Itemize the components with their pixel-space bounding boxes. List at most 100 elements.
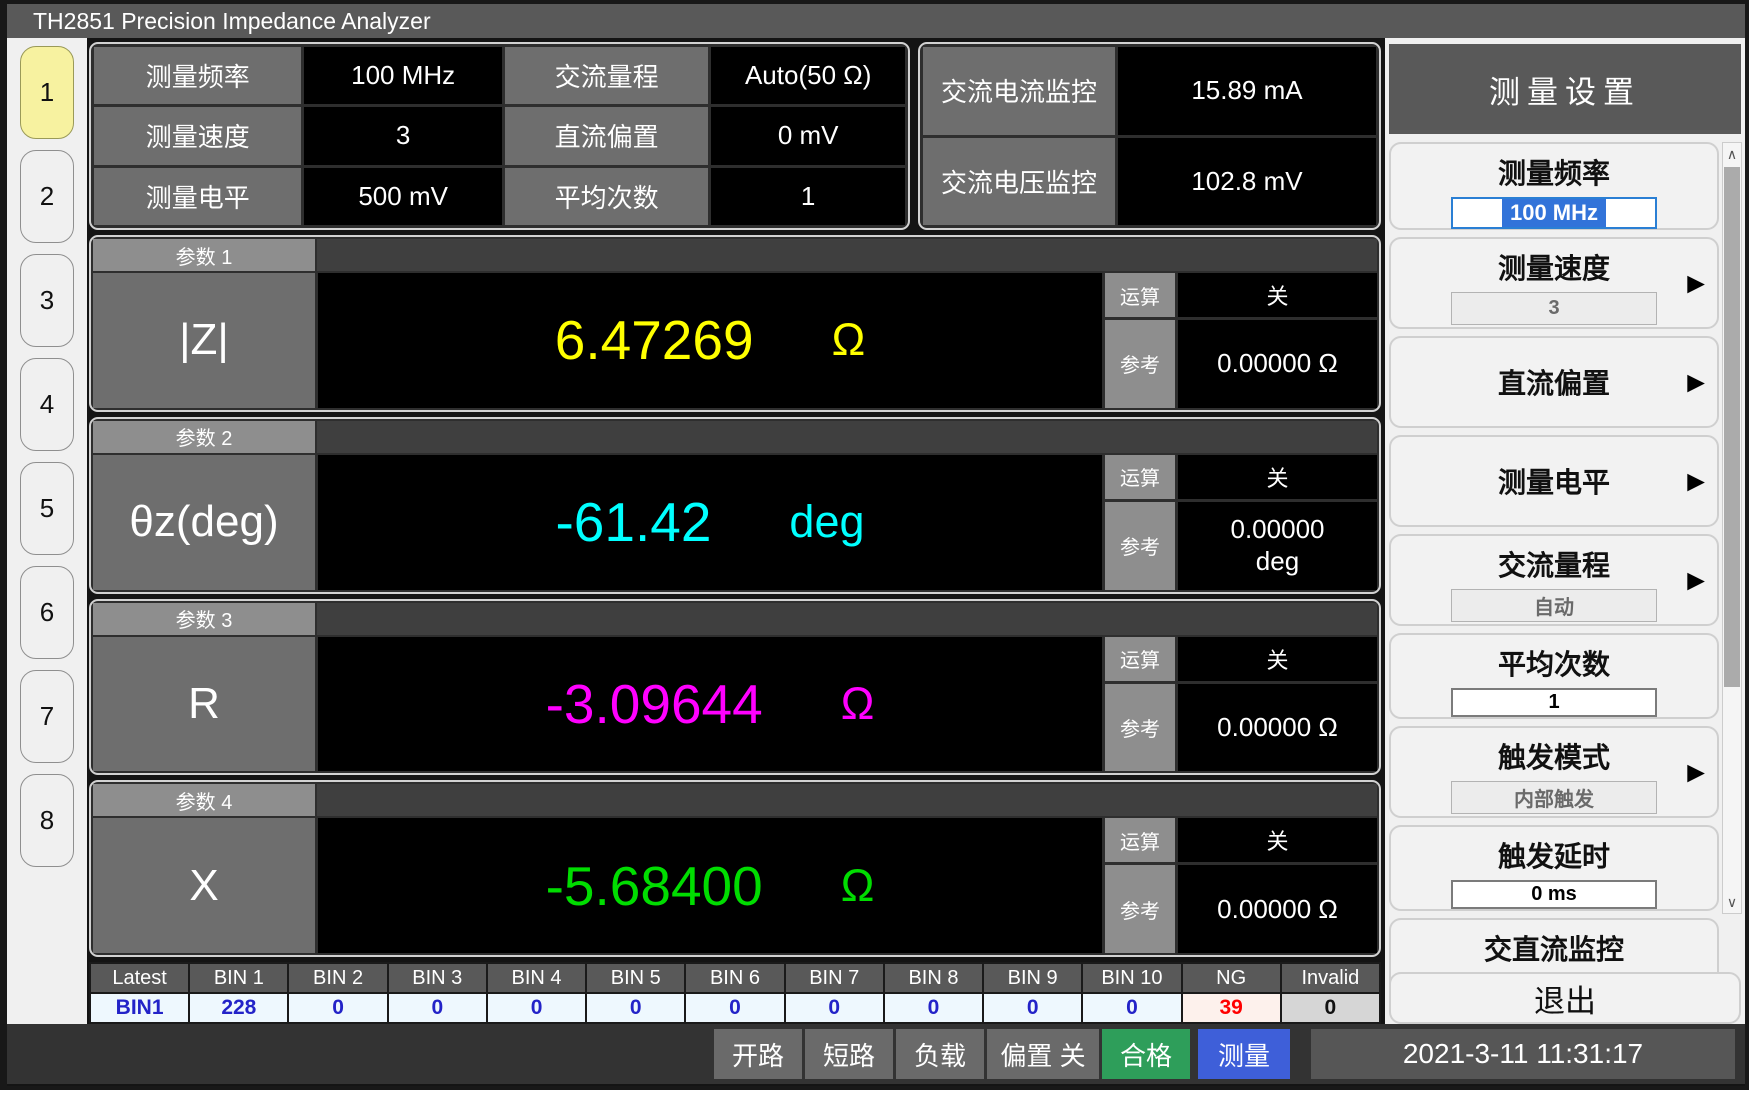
menu-item-speed[interactable]: 测量速度 3 ▶ <box>1389 237 1719 329</box>
ref-label: 参考 <box>1105 320 1175 408</box>
parameter-1-op-row: 运算 关 <box>1105 273 1377 317</box>
ref-value[interactable]: 0.00000 deg <box>1178 502 1377 590</box>
parameter-panels: 参数 1 |Z| 6.47269 Ω 运算 关 <box>89 235 1381 957</box>
status-bar: 开路 短路 负载 偏置 关 合格 测量 2021-3-11 11:31:17 <box>7 1024 1745 1084</box>
measure-mode-button[interactable]: 测量 <box>1198 1029 1290 1079</box>
bin-header: BIN 4 <box>488 964 585 992</box>
main-area: 测量频率 100 MHz 交流量程 Auto(50 Ω) 测量速度 3 直流偏置… <box>87 38 1385 1024</box>
parameter-3-ref-row: 参考 0.00000 Ω <box>1105 684 1377 772</box>
parameter-4-display: -5.68400 Ω <box>318 818 1102 953</box>
menu-item-trigger-mode[interactable]: 触发模式 内部触发 ▶ <box>1389 726 1719 818</box>
op-label: 运算 <box>1105 818 1175 862</box>
scroll-down-icon[interactable]: ∨ <box>1723 891 1741 913</box>
bin-count: 0 <box>1083 994 1180 1022</box>
menu-item-dc-bias[interactable]: 直流偏置 ▶ <box>1389 336 1719 428</box>
bias-off-button[interactable]: 偏置 关 <box>987 1029 1099 1079</box>
parameter-panel-3: 参数 3 R -3.09644 Ω 运算 关 <box>89 599 1381 776</box>
menu-item-trigger-delay[interactable]: 触发延时 0 ms <box>1389 825 1719 911</box>
parameter-3-name[interactable]: R <box>93 637 315 772</box>
average-input[interactable]: 1 <box>1451 688 1657 717</box>
page-tab-4[interactable]: 4 <box>20 358 74 451</box>
sidebar-title: 测量设置 <box>1389 44 1741 134</box>
parameter-2-display: -61.42 deg <box>318 455 1102 590</box>
parameter-3-value: -3.09644 <box>546 672 763 736</box>
ref-value[interactable]: 0.00000 Ω <box>1178 320 1377 408</box>
bin-header: Latest <box>91 964 188 992</box>
exit-button-label: 退出 <box>1534 976 1596 1021</box>
op-value[interactable]: 关 <box>1178 818 1377 862</box>
op-value[interactable]: 关 <box>1178 637 1377 681</box>
parameter-1-right: 运算 关 参考 0.00000 Ω <box>1105 273 1377 408</box>
ref-value[interactable]: 0.00000 Ω <box>1178 684 1377 772</box>
page-tab-3[interactable]: 3 <box>20 254 74 347</box>
page-tab-7[interactable]: 7 <box>20 670 74 763</box>
parameter-3-body: R -3.09644 Ω 运算 关 参考 0.0 <box>93 637 1377 772</box>
bin-header: BIN 1 <box>190 964 287 992</box>
page-tab-6[interactable]: 6 <box>20 566 74 659</box>
ref-label: 参考 <box>1105 684 1175 772</box>
submenu-arrow-icon[interactable]: ▶ <box>1687 369 1705 396</box>
parameter-1-body: |Z| 6.47269 Ω 运算 关 参考 0. <box>93 273 1377 408</box>
scrollbar-thumb[interactable] <box>1724 167 1740 687</box>
menu-item-label: 触发延时 <box>1498 835 1610 875</box>
menu-item-ac-range[interactable]: 交流量程 自动 ▶ <box>1389 534 1719 626</box>
setting-value: 0 mV <box>711 107 905 164</box>
op-value[interactable]: 关 <box>1178 455 1377 499</box>
menu-item-label: 直流偏置 <box>1498 362 1610 402</box>
menu-item-frequency[interactable]: 测量频率 100 MHz <box>1389 142 1719 230</box>
monitor-label: 交流电流监控 <box>923 47 1115 135</box>
submenu-arrow-icon[interactable]: ▶ <box>1687 759 1705 786</box>
bin-header: BIN 8 <box>885 964 982 992</box>
menu-item-average[interactable]: 平均次数 1 <box>1389 633 1719 719</box>
exit-button[interactable]: 退出 <box>1389 972 1741 1024</box>
ref-value[interactable]: 0.00000 Ω <box>1178 865 1377 953</box>
page-tab-2[interactable]: 2 <box>20 150 74 243</box>
frequency-input[interactable]: 100 MHz <box>1451 197 1657 229</box>
parameter-panel-2: 参数 2 θz(deg) -61.42 deg 运算 关 <box>89 417 1381 594</box>
menu-item-level[interactable]: 测量电平 ▶ <box>1389 435 1719 527</box>
page-tab-8[interactable]: 8 <box>20 774 74 867</box>
parameter-2-unit: deg <box>789 496 864 548</box>
bin-header: BIN 3 <box>389 964 486 992</box>
submenu-arrow-icon[interactable]: ▶ <box>1687 468 1705 495</box>
trigger-delay-input[interactable]: 0 ms <box>1451 880 1657 909</box>
parameter-3-header-strip <box>317 603 1377 635</box>
monitor-label: 交流电压监控 <box>923 138 1115 226</box>
parameter-1-name[interactable]: |Z| <box>93 273 315 408</box>
bin-header: BIN 2 <box>289 964 386 992</box>
submenu-arrow-icon[interactable]: ▶ <box>1687 270 1705 297</box>
setting-value: 500 mV <box>304 168 502 225</box>
bin-ng-count: 39 <box>1183 994 1280 1022</box>
sidebar-menu: 测量频率 100 MHz 测量速度 3 ▶ 直流偏置 ▶ 测量电平 ▶ <box>1389 142 1719 1008</box>
menu-item-label: 测量速度 <box>1498 247 1610 287</box>
monitor-value: 15.89 mA <box>1118 47 1376 135</box>
menu-item-label: 测量频率 <box>1498 152 1610 192</box>
bin-count: 0 <box>984 994 1081 1022</box>
parameter-4-right: 运算 关 参考 0.00000 Ω <box>1105 818 1377 953</box>
monitor-panel: 交流电流监控 15.89 mA 交流电压监控 102.8 mV <box>918 42 1381 230</box>
open-correction-button[interactable]: 开路 <box>714 1029 802 1079</box>
op-value[interactable]: 关 <box>1178 273 1377 317</box>
trigger-mode-value-box[interactable]: 内部触发 <box>1451 781 1657 814</box>
scroll-up-icon[interactable]: ∧ <box>1723 143 1741 165</box>
speed-value-box[interactable]: 3 <box>1451 292 1657 325</box>
submenu-arrow-icon[interactable]: ▶ <box>1687 567 1705 594</box>
load-correction-button[interactable]: 负载 <box>896 1029 984 1079</box>
bin-header: BIN 10 <box>1083 964 1180 992</box>
bin-count: 0 <box>389 994 486 1022</box>
short-correction-button[interactable]: 短路 <box>805 1029 893 1079</box>
parameter-2-name[interactable]: θz(deg) <box>93 455 315 590</box>
bin-count: 0 <box>488 994 585 1022</box>
parameter-2-header-strip <box>317 421 1377 453</box>
page-tab-1[interactable]: 1 <box>20 46 74 139</box>
title-bar: TH2851 Precision Impedance Analyzer <box>7 4 1745 38</box>
parameter-4-header-strip <box>317 784 1377 816</box>
ac-range-value-box[interactable]: 自动 <box>1451 589 1657 622</box>
bin-header: BIN 9 <box>984 964 1081 992</box>
parameter-4-header-label: 参数 4 <box>93 784 315 816</box>
parameter-1-ref-row: 参考 0.00000 Ω <box>1105 320 1377 408</box>
sidebar-scrollbar[interactable]: ∧ ∨ <box>1722 142 1742 914</box>
parameter-4-name[interactable]: X <box>93 818 315 953</box>
ref-label: 参考 <box>1105 502 1175 590</box>
page-tab-5[interactable]: 5 <box>20 462 74 555</box>
